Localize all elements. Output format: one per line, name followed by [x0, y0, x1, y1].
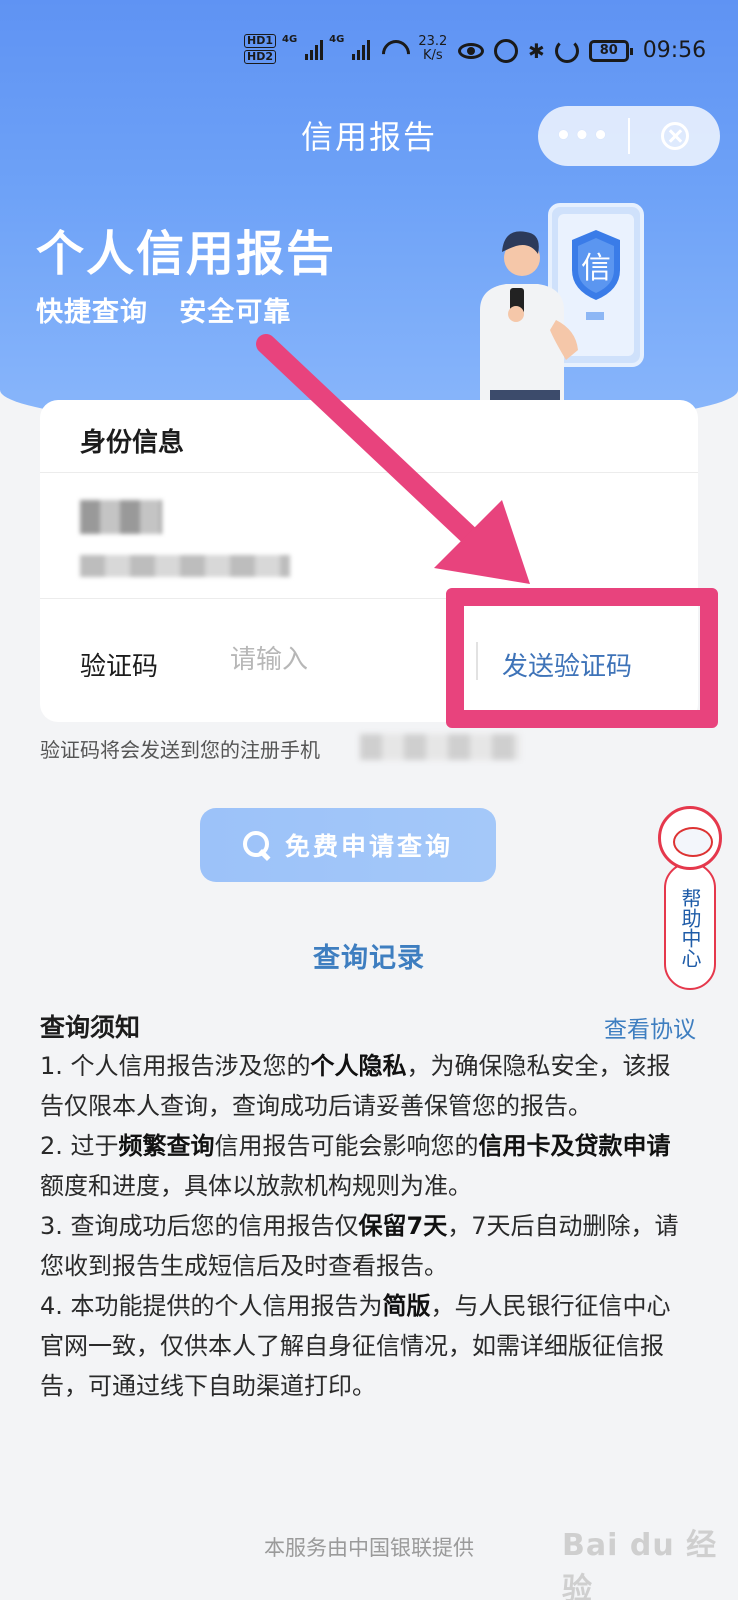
verification-code-input[interactable] [230, 640, 450, 680]
help-center-label: 帮助中心 [664, 862, 716, 990]
search-icon [242, 831, 271, 859]
miniprogram-capsule: ••• [538, 106, 720, 166]
annotation-highlight-box [446, 588, 718, 728]
close-icon [661, 122, 689, 150]
credit-badge-char: 信 [581, 251, 611, 286]
signal-icon-2 [352, 38, 371, 60]
baidu-watermark: Bai du 经验 [562, 1528, 718, 1600]
notice-item: 4. 本功能提供的个人信用报告为简版，与人民银行征信中心官网一致，仅供本人了解自… [40, 1292, 671, 1400]
notice-body: 1. 个人信用报告涉及您的个人隐私，为确保隐私安全，该报告仅限本人查询，查询成功… [40, 1046, 690, 1406]
divider [40, 472, 698, 473]
notice-item: 2. 过于频繁查询信用报告可能会影响您的信用卡及贷款申请额度和进度，具体以放款机… [40, 1132, 671, 1200]
verification-code-label: 验证码 [80, 652, 159, 682]
identity-heading: 身份信息 [80, 428, 185, 458]
view-agreement-link[interactable]: 查看协议 [604, 1010, 696, 1044]
code-hint: 验证码将会发送到您的注册手机 [40, 738, 320, 762]
alarm-icon [494, 38, 518, 63]
help-center-button[interactable]: 帮助中心 [656, 806, 724, 992]
clock: 09:56 [642, 38, 707, 63]
hero-title: 个人信用报告 [36, 226, 337, 282]
eye-comfort-icon [458, 42, 484, 59]
notice-item: 1. 个人信用报告涉及您的个人隐私，为确保隐私安全，该报告仅限本人查询，查询成功… [40, 1052, 671, 1120]
notice-title: 查询须知 [40, 1013, 141, 1042]
network-type-label: 4G [282, 34, 298, 45]
battery-icon: 80 [588, 39, 633, 62]
network-speed: 23.2 K/s [418, 34, 448, 63]
masked-phone-number [360, 734, 520, 760]
mascot-icon [658, 806, 722, 870]
masked-name [80, 500, 162, 534]
person-with-phone-illustration: 信 [480, 203, 644, 400]
apply-query-button[interactable]: 免费申请查询 [200, 808, 496, 882]
bluetooth-icon: ✱ [528, 38, 545, 63]
notice-item: 3. 查询成功后您的信用报告仅保留7天，7天后自动删除，请您收到报告生成短信后及… [40, 1212, 679, 1280]
hero-subtitle: 快捷查询 安全可靠 [36, 297, 292, 328]
query-records-link[interactable]: 查询记录 [0, 936, 738, 975]
close-button[interactable] [630, 122, 720, 150]
status-bar: HD1 HD2 4G 4G 23.2 K/s ✱ 80 09:56 [0, 30, 738, 80]
wifi-icon [380, 38, 408, 60]
performance-icon [554, 38, 579, 63]
apply-query-label: 免费申请查询 [284, 832, 453, 861]
signal-icon [305, 38, 324, 60]
masked-id-number [80, 555, 290, 577]
more-menu-button[interactable]: ••• [538, 121, 628, 151]
network-type-label-2: 4G [329, 34, 345, 45]
hd-indicator: HD1 HD2 [244, 34, 276, 64]
